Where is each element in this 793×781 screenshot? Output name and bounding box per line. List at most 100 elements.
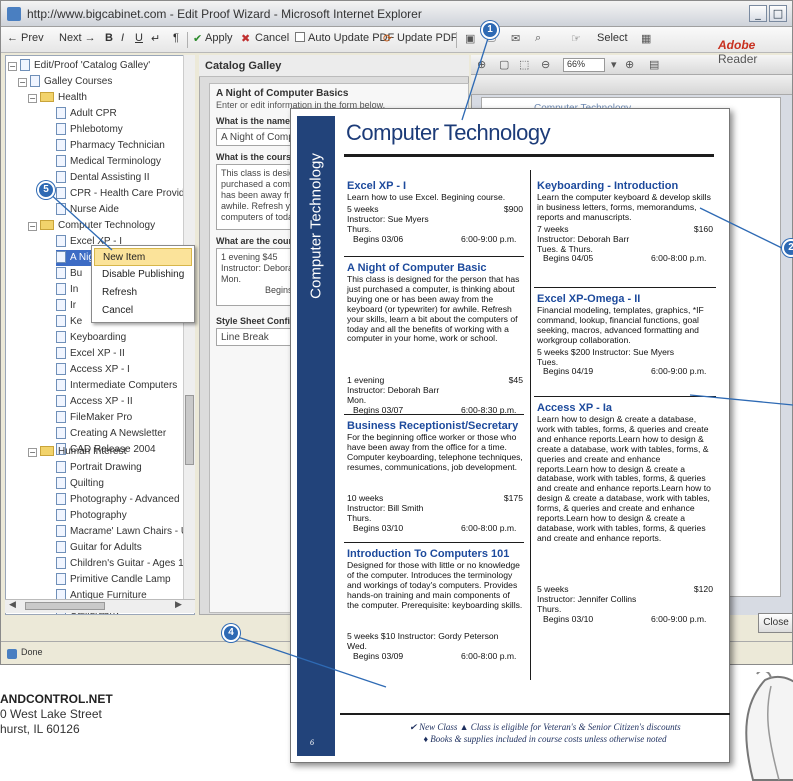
tree-item-label: FileMaker Pro [70,412,133,423]
tree-item-label: Quilting [70,478,104,489]
prev-button[interactable]: ← Prev [7,32,44,44]
tree-folder-human-interest[interactable]: − Human Interest [28,444,126,460]
course-description: Financial modeling, templates, graphics,… [537,305,704,345]
tree-item[interactable]: Ir [56,298,76,314]
tree-item[interactable]: Access XP - I [56,362,130,378]
next-button[interactable]: Next → [59,32,96,44]
scroll-thumb[interactable] [185,395,194,465]
tree-galley[interactable]: − Galley Courses [18,74,112,90]
bold-icon[interactable]: B [105,32,113,44]
document-icon [56,573,66,585]
menu-cancel[interactable]: Cancel [94,302,192,320]
tree-item[interactable]: Macrame' Lawn Chairs - Un [56,524,194,540]
italic-icon[interactable]: I [121,32,124,44]
snapshot-icon[interactable]: ▦ [641,32,651,45]
chevron-down-icon[interactable]: ▾ [611,58,617,71]
maximize-button[interactable]: □ [769,5,787,22]
folder-icon [40,92,54,102]
footnote-books: ♦ Books & supplies included in course co… [423,734,667,744]
scroll-thumb[interactable] [25,602,105,610]
zoom-level-field[interactable]: 66% [563,58,605,72]
tree-item[interactable]: Ke [56,314,82,330]
tree-item[interactable]: Quilting [56,476,104,492]
folder-label: Health [58,92,87,103]
collapse-icon[interactable]: − [28,448,37,457]
cancel-button[interactable]: Cancel [255,32,289,44]
collapse-icon[interactable]: − [18,78,27,87]
tree-item-label: Macrame' Lawn Chairs - Un [70,526,194,537]
tree-item[interactable]: Photography [56,508,127,524]
course-title: Introduction To Computers 101 [347,548,510,560]
tree-item[interactable]: Photography - Advanced [56,492,180,508]
footer-rule [340,713,730,715]
underline-icon[interactable]: U [135,32,143,44]
tree-vertical-scrollbar[interactable] [183,55,195,599]
line-break-icon[interactable]: ↵ [151,32,160,45]
tree-item[interactable]: Adult CPR [56,106,117,122]
tree-item[interactable]: Guitar for Adults [56,540,142,556]
tree-item[interactable]: CPR - Health Care Provider [56,186,193,202]
tree-item[interactable]: Keyboarding [56,330,126,346]
course-fee: $45 [508,375,523,385]
tree-item[interactable]: Nurse Aide [56,202,119,218]
checkbox-box[interactable] [295,32,305,42]
logo-brand: Adobe [718,38,756,52]
apply-check-icon: ✔ [193,33,203,45]
course-meta: 5 weeks [347,203,379,214]
collapse-icon[interactable]: − [8,62,17,71]
menu-refresh[interactable]: Refresh [94,284,192,302]
email-icon[interactable]: ✉ [511,32,520,45]
tree-item[interactable]: Pharmacy Technician [56,138,165,154]
close-button[interactable]: Close [758,613,792,633]
pages-icon[interactable]: ▤ [649,58,659,71]
search-icon[interactable]: ⌕ [535,32,541,45]
tree-item[interactable]: Access XP - II [56,394,133,410]
tree-item[interactable]: FileMaker Pro [56,410,132,426]
zoom-in-icon[interactable]: ⊕ [477,58,486,71]
tree-item[interactable]: Dental Assisting II [56,170,149,186]
collapse-icon[interactable]: − [28,94,37,103]
select-tool-button[interactable]: Select [597,32,628,44]
document-icon [56,283,66,295]
logo-suffix: Reader [718,52,758,66]
document-icon [56,187,66,199]
collapse-icon[interactable]: − [28,222,37,231]
update-pdf-button[interactable]: Update PDF [397,32,458,44]
fit-page-icon[interactable]: ▢ [499,58,509,71]
form-title: A Night of Computer Basics [216,88,349,99]
tree-item-label: Dental Assisting II [70,172,150,183]
tree-item[interactable]: Medical Terminology [56,154,161,170]
tree-folder-health[interactable]: − Health [28,90,87,106]
hand-tool-icon[interactable]: ☞ [571,32,581,45]
tree-item[interactable]: Intermediate Computers [56,378,177,394]
zoom-plus-icon[interactable]: ⊕ [625,58,634,71]
menu-disable-publishing[interactable]: Disable Publishing [94,266,192,284]
save-icon[interactable]: ▣ [465,32,475,45]
auto-update-checkbox[interactable]: Auto Update PDF [295,32,394,44]
fit-width-icon[interactable]: ⬚ [519,58,529,71]
apply-button[interactable]: Apply [205,32,233,44]
zoom-out-icon[interactable]: ⊖ [541,58,550,71]
tree-item[interactable]: Creating A Newsletter [56,426,166,442]
tree-item-label: Children's Guitar - Ages 10 [70,558,190,569]
tree-folder-computer-technology[interactable]: − Computer Technology [28,218,155,234]
scroll-right-icon[interactable]: ▶ [175,600,182,610]
tree-item[interactable]: Bu [56,266,82,282]
minimize-button[interactable]: _ [749,5,767,22]
context-menu: New Item Disable Publishing Refresh Canc… [91,245,195,323]
document-icon [56,477,66,489]
scroll-left-icon[interactable]: ◀ [9,600,16,610]
tree-root[interactable]: − Edit/Proof 'Catalog Galley' [8,58,150,74]
course-time: 6:00-8:00 p.m. [651,253,707,264]
tree-item[interactable]: Portrait Drawing [56,460,142,476]
tree-item[interactable]: Primitive Candle Lamp [56,572,171,588]
tree-item[interactable]: In [56,282,78,298]
section-rule [344,542,524,543]
tree-item[interactable]: Children's Guitar - Ages 10 [56,556,189,572]
menu-new-item[interactable]: New Item [94,248,192,266]
tree-item[interactable]: Phlebotomy [56,122,123,138]
tree-item[interactable]: Excel XP - II [56,346,125,362]
tree-horizontal-scrollbar[interactable]: ◀ ▶ [5,599,195,613]
paragraph-icon[interactable]: ¶ [173,32,179,44]
course-meta: Instructor: Sue Myers [347,213,429,224]
